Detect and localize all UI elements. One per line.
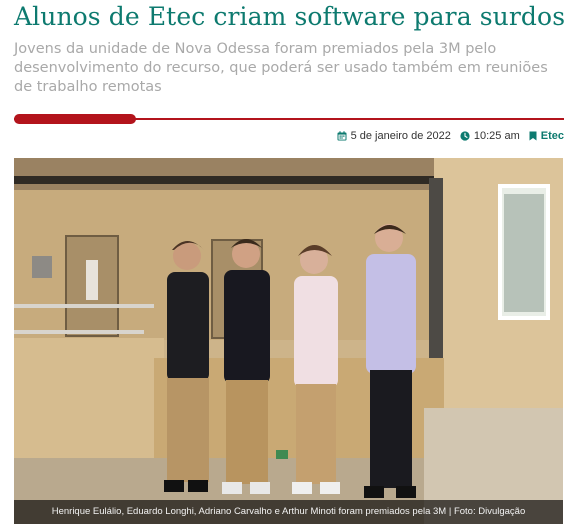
- article-category[interactable]: Etec: [529, 130, 564, 142]
- time-text: 10:25 am: [473, 130, 520, 142]
- article-date: 5 de janeiro de 2022: [337, 130, 451, 142]
- photo-caption: Henrique Eulálio, Eduardo Longhi, Adrian…: [14, 500, 563, 524]
- article-title: Alunos de Etec criam software para surdo…: [14, 2, 566, 31]
- students-group-photo: [14, 158, 563, 524]
- article-subtitle: Jovens da unidade de Nova Odessa foram p…: [14, 41, 548, 95]
- category-link[interactable]: Etec: [541, 130, 564, 142]
- article-meta: 5 de janeiro de 2022 10:25 am Etec: [328, 130, 564, 142]
- clock-icon: [460, 131, 470, 141]
- bookmark-icon: [529, 131, 537, 141]
- article-photo: Henrique Eulálio, Eduardo Longhi, Adrian…: [14, 158, 563, 524]
- title-divider-accent: [14, 114, 136, 124]
- article-time: 10:25 am: [460, 130, 520, 142]
- calendar-icon: [337, 131, 347, 141]
- date-text: 5 de janeiro de 2022: [350, 130, 451, 142]
